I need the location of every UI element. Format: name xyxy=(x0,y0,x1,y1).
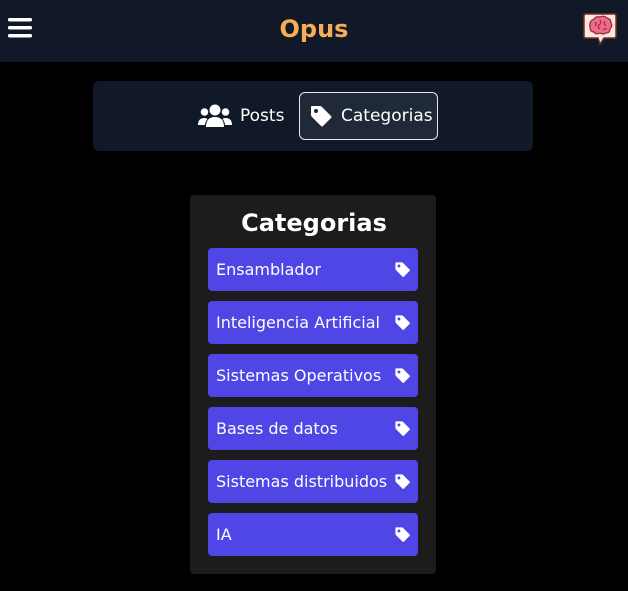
tag-icon xyxy=(395,527,410,542)
tab-posts[interactable]: Posts xyxy=(196,93,296,139)
top-navbar: Opus xyxy=(0,0,628,62)
tag-icon xyxy=(395,421,410,436)
tag-icon xyxy=(395,368,410,383)
categories-list: Ensamblador Inteligencia Artificial Sist… xyxy=(208,248,418,566)
brain-speech-bubble-icon[interactable] xyxy=(582,10,618,46)
tab-posts-label: Posts xyxy=(240,106,285,126)
category-label: Inteligencia Artificial xyxy=(216,313,380,332)
tag-icon xyxy=(395,262,410,277)
category-label: Bases de datos xyxy=(216,419,338,438)
category-item[interactable]: Sistemas distribuidos xyxy=(208,460,418,503)
category-label: IA xyxy=(216,525,232,544)
tab-categories-label: Categorias xyxy=(341,106,433,126)
tab-categories[interactable]: Categorias xyxy=(299,92,438,140)
category-item[interactable]: Sistemas Operativos xyxy=(208,354,418,397)
category-label: Ensamblador xyxy=(216,260,321,279)
tag-icon xyxy=(395,474,410,489)
category-label: Sistemas Operativos xyxy=(216,366,382,385)
category-item[interactable]: Inteligencia Artificial xyxy=(208,301,418,344)
category-label: Sistemas distribuidos xyxy=(216,472,388,491)
hamburger-menu-icon[interactable] xyxy=(8,16,32,40)
categories-title: Categorias xyxy=(241,209,387,237)
app-title: Opus xyxy=(279,15,349,43)
category-item[interactable]: Bases de datos xyxy=(208,407,418,450)
section-tabs: Posts Categorias xyxy=(93,81,533,151)
tag-icon xyxy=(309,104,333,128)
category-item[interactable]: IA xyxy=(208,513,418,556)
category-item[interactable]: Ensamblador xyxy=(208,248,418,291)
users-icon xyxy=(198,103,232,129)
tag-icon xyxy=(395,315,410,330)
